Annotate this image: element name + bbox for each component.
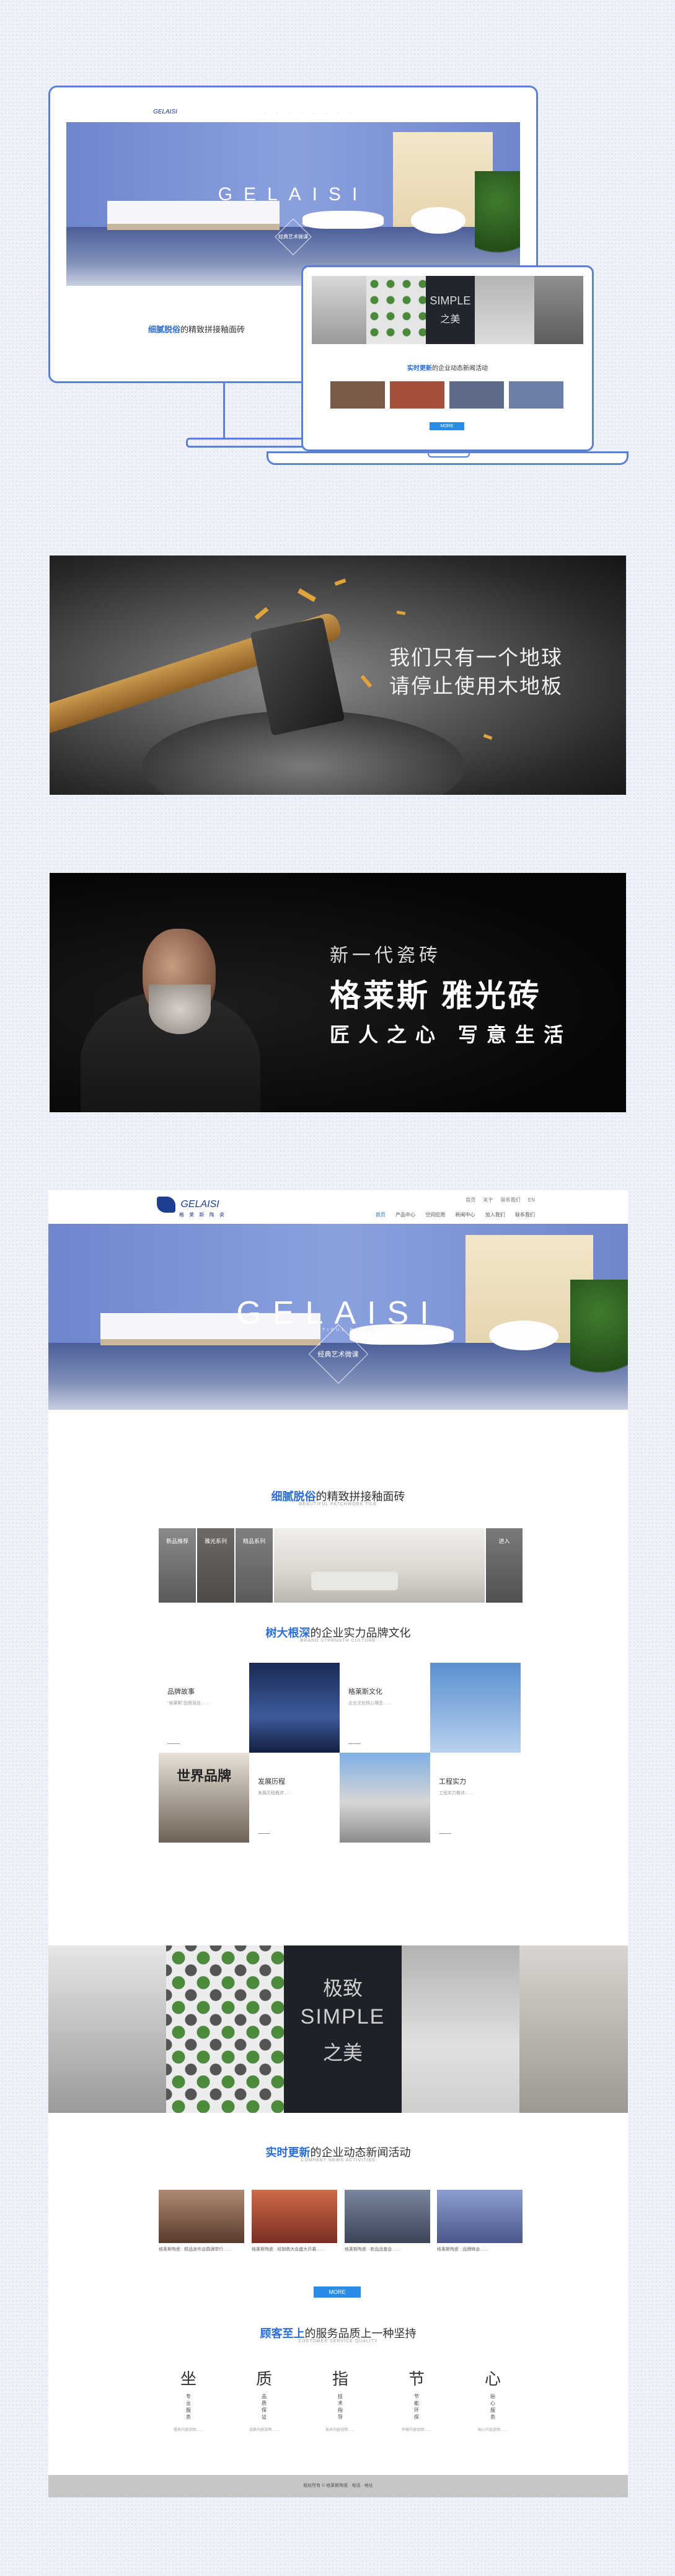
tile-room-photo <box>274 1528 485 1603</box>
brand-item-story[interactable]: 品牌故事 "格莱斯"品牌源自…… <box>159 1663 249 1753</box>
section1-subtitle: BEAUTIFUL PATCHWORK TILE <box>299 1502 377 1507</box>
news-image <box>437 2190 523 2243</box>
brand-award-photo: 世界品牌 <box>159 1753 249 1843</box>
tile-panel-2[interactable]: 雅光系列 <box>197 1528 234 1603</box>
site-header: GELAISI 格 莱 斯 陶 瓷 首页 关于 联系我们 EN 首页 产品中心 … <box>48 1190 628 1224</box>
simple-top: 极致 <box>322 1977 363 1999</box>
tile-panel-3[interactable]: 精品系列 <box>236 1528 273 1603</box>
simple-panel: 极致 SIMPLE 之美 <box>284 1945 402 2113</box>
news-image <box>159 2190 244 2243</box>
news-list: 格莱斯陶瓷 · 精品发布会圆满举行…… 格莱斯陶瓷 · 经销商大会盛大开幕…… … <box>159 2190 523 2258</box>
hero-banner: GELAISI BEAUTIFUL BRICK 经典艺术微课 <box>48 1224 628 1410</box>
toplink-about[interactable]: 关于 <box>483 1197 493 1203</box>
nav-contact[interactable]: 联系我们 <box>515 1212 535 1218</box>
tile-panel-enter[interactable]: 进入 <box>486 1528 523 1603</box>
brand-grid: 品牌故事 "格莱斯"品牌源自…… 格莱斯文化 企业文化核心理念…… 世界品牌 发展历… <box>159 1663 523 1843</box>
site-logo[interactable]: GELAISI 格 莱 斯 陶 瓷 <box>157 1197 226 1218</box>
news-card[interactable]: 格莱斯陶瓷 · 精品发布会圆满举行…… <box>159 2190 244 2253</box>
laptop-section-title: 实时更新的企业动态新闻活动 <box>407 365 488 372</box>
news-image <box>345 2190 430 2243</box>
news-card[interactable]: 格莱斯陶瓷 · 品牌峰会…… <box>437 2190 523 2253</box>
toplink-home[interactable]: 首页 <box>465 1197 475 1203</box>
craftsman-banner: 新一代瓷砖 格莱斯 雅光砖 匠人之心 写意生活 <box>50 873 626 1112</box>
news-image <box>252 2190 337 2243</box>
brand-item-history[interactable]: 发展历程 发展历程概述…… <box>249 1753 340 1843</box>
brand-store-photo <box>340 1753 430 1843</box>
logo-mark-icon <box>157 1197 175 1213</box>
desktop-hero-image: GELAISI 经典艺术微课 <box>66 122 520 286</box>
toplink-contact[interactable]: 联系我们 <box>501 1197 521 1203</box>
section2-subtitle: BRAND STRENGTH CULTURE <box>300 1639 376 1643</box>
service-item: 坐专业服务 服务内容说明…… <box>173 2370 203 2432</box>
news-card[interactable]: 格莱斯陶瓷 · 经销商大会盛大开幕…… <box>252 2190 337 2253</box>
axe-banner-line1: 我们只有一个地球 <box>389 646 563 669</box>
desktop-section-title: 细腻脱俗的精致拼接釉面砖 <box>148 325 245 334</box>
news-card[interactable]: 格莱斯陶瓷 · 新品品鉴会…… <box>345 2190 430 2253</box>
hero-badge[interactable]: 经典艺术微课 <box>48 1349 628 1359</box>
nav-join[interactable]: 加入我们 <box>485 1212 505 1218</box>
desktop-hero-word: GELAISI <box>218 184 369 205</box>
simple-cn: 之美 <box>322 2042 363 2064</box>
laptop-mockup: SIMPLE 之美 实时更新的企业动态新闻活动 MORE <box>301 265 594 451</box>
brand-building-photo <box>249 1663 340 1753</box>
nav-news[interactable]: 新闻中心 <box>456 1212 475 1218</box>
toplink-en[interactable]: EN <box>528 1197 535 1203</box>
craftsman-banner-line3: 匠人之心 写意生活 <box>330 1024 572 1046</box>
service-item: 指技术指导 技术内容说明…… <box>325 2370 355 2432</box>
site-full-page: GELAISI 格 莱 斯 陶 瓷 首页 关于 联系我们 EN 首页 产品中心 … <box>48 1190 628 2497</box>
brand-sculpture-photo <box>430 1663 521 1753</box>
main-nav: 首页 产品中心 空间应用 新闻中心 加入我们 联系我们 <box>367 1211 535 1218</box>
section3-subtitle: COMPANY NEWS ACTIVITIES <box>301 2158 376 2162</box>
simple-word: SIMPLE <box>300 2005 386 2029</box>
laptop-news-thumbs <box>330 381 566 409</box>
laptop-more-button[interactable]: MORE <box>430 422 464 430</box>
nav-spaces[interactable]: 空间应用 <box>425 1212 445 1218</box>
laptop-simple-panel: SIMPLE 之美 <box>425 276 475 344</box>
craftsman-banner-line1: 新一代瓷砖 <box>330 945 441 966</box>
laptop-screen: SIMPLE 之美 实时更新的企业动态新闻活动 MORE <box>312 276 583 441</box>
desktop-nav: · · · · · · · · <box>265 112 356 116</box>
axe-banner: 我们只有一个地球 请停止使用木地板 <box>50 555 626 795</box>
desktop-site-header: GELAISI · · · · · · · · <box>66 105 520 123</box>
simple-photo-strip: 极致 SIMPLE 之美 <box>48 1945 628 2113</box>
brand-award-sign: 世界品牌 <box>176 1768 231 1784</box>
brand-item-culture[interactable]: 格莱斯文化 企业文化核心理念…… <box>340 1663 430 1753</box>
service-item: 心贴心服务 贴心内容说明…… <box>477 2370 508 2432</box>
top-links: 首页 关于 联系我们 EN <box>459 1197 535 1203</box>
axe-banner-line2: 请停止使用木地板 <box>389 675 563 697</box>
section4-subtitle: CUSTOMER SERVICE QUALITY <box>298 2339 378 2344</box>
laptop-tile-strip: SIMPLE 之美 <box>312 276 583 344</box>
craftsman-banner-line2: 格莱斯 雅光砖 <box>330 978 542 1013</box>
site-footer: 版权所有 © 格莱斯陶瓷 · 电话 · 地址 <box>48 2475 628 2497</box>
desktop-hero-badge: 经典艺术微课 <box>278 234 308 240</box>
nav-home[interactable]: 首页 <box>376 1212 386 1218</box>
desktop-logo: GELAISI <box>153 108 177 115</box>
laptop-notch <box>428 451 470 458</box>
brand-item-engineering[interactable]: 工程实力 工程实力概述…… <box>430 1753 521 1843</box>
tile-showcase: 新品推荐 雅光系列 精品系列 进入 <box>159 1528 523 1603</box>
tile-panel-1[interactable]: 新品推荐 <box>159 1528 196 1603</box>
news-more-button[interactable]: MORE <box>314 2286 361 2298</box>
service-item: 节节能环保 环保内容说明…… <box>401 2370 431 2432</box>
service-item: 质品质保证 品质内容说明…… <box>249 2370 279 2432</box>
service-list: 坐专业服务 服务内容说明…… 质品质保证 品质内容说明…… 指技术指导 技术内容说明…… <box>159 2366 523 2447</box>
nav-products[interactable]: 产品中心 <box>395 1212 415 1218</box>
